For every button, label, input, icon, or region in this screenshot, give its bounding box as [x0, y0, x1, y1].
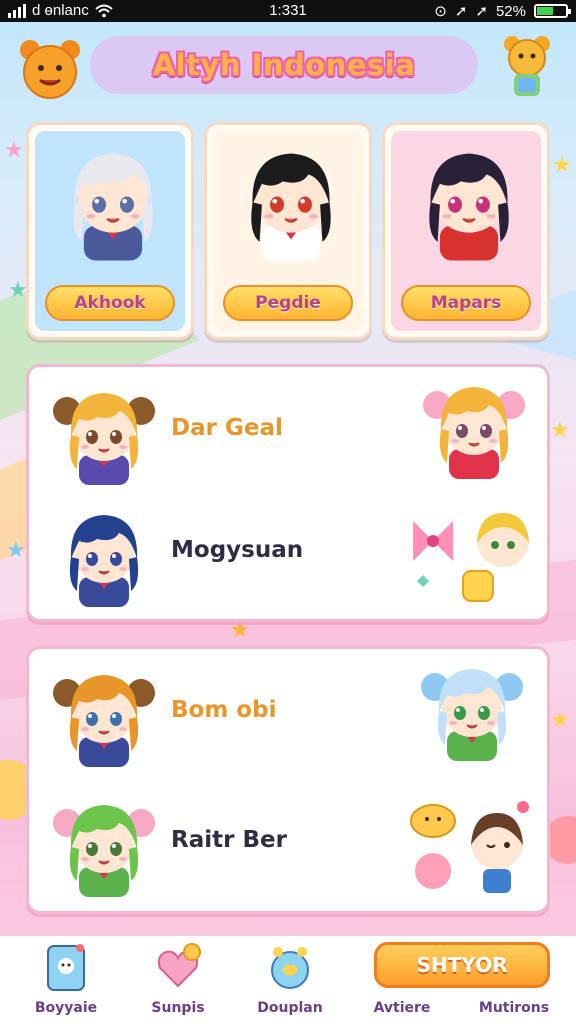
list-item-label: Bom obi — [171, 697, 277, 723]
nav-item-sunpis[interactable]: Sunpis — [130, 942, 226, 1022]
bear-mascot-icon[interactable] — [16, 38, 84, 100]
list-item-label: Mogysuan — [171, 537, 304, 563]
battery-percent: 52% — [495, 2, 526, 20]
nav-item-label: Sunpis — [151, 1000, 205, 1016]
star-icon: ★ — [6, 538, 26, 563]
battery-icon — [534, 4, 571, 18]
character-illustration — [417, 657, 527, 761]
list-item[interactable]: Raitr Ber — [29, 785, 547, 905]
shop-button[interactable]: SHTYOR — [374, 942, 550, 988]
character-list-panel: Bom obi Raitr Ber — [26, 646, 550, 914]
star-icon: ★ — [550, 418, 570, 443]
avatar — [49, 663, 159, 767]
nav-item-label: Douplan — [257, 1000, 323, 1016]
character-illustration — [403, 791, 533, 901]
page-title: Altyh Indonesia — [152, 48, 416, 82]
nav-item-label: Boyyaie — [34, 1000, 98, 1016]
location-icon: ⊙ — [434, 3, 447, 20]
bottom-navigation: Boyyaie Sunpis Douplan Avtiere Mutirons SHTYO… — [0, 934, 576, 1024]
list-item-label: Raitr Ber — [171, 827, 287, 853]
character-list-panel: Dar Geal Mogysuan — [26, 364, 550, 622]
avatar — [49, 793, 159, 897]
navigation-arrow-icon: ➚ — [475, 3, 488, 20]
star-icon: ★ — [8, 278, 28, 303]
nav-item-douplan[interactable]: Douplan — [242, 942, 338, 1022]
list-item[interactable]: Mogysuan — [29, 495, 547, 615]
select-character-button[interactable]: Pegdie — [223, 285, 353, 321]
select-character-button[interactable]: Mapars — [401, 285, 531, 321]
character-illustration — [403, 501, 533, 611]
nav-item-label: Mutirons — [478, 1000, 550, 1016]
star-icon: ★ — [550, 708, 570, 733]
header-title-pill: Altyh Indonesia — [90, 36, 478, 94]
list-item-label: Dar Geal — [171, 415, 283, 441]
bear-mascot-icon[interactable] — [496, 32, 558, 102]
star-icon: ★ — [4, 138, 24, 163]
star-icon: ★ — [230, 618, 250, 643]
avatar — [49, 503, 159, 607]
nav-item-label: Avtiere — [373, 1000, 431, 1016]
character-card[interactable]: Mapars — [382, 122, 550, 340]
heart-icon — [154, 942, 202, 994]
shield-icon — [266, 942, 314, 994]
star-icon: ★ — [552, 153, 572, 178]
character-illustration — [419, 375, 529, 479]
character-card[interactable]: Akhook — [26, 122, 194, 340]
character-card[interactable]: Pegdie — [204, 122, 372, 340]
select-character-button[interactable]: Akhook — [45, 285, 175, 321]
status-bar: d өnlanc 1:331 ⊙ ➚ ➚ 52% — [0, 0, 576, 22]
card-icon — [42, 942, 90, 994]
status-right: ⊙ ➚ ➚ 52% — [434, 2, 571, 20]
avatar — [49, 381, 159, 485]
navigation-arrow-icon: ➚ — [454, 3, 468, 20]
nav-item-boyyaie[interactable]: Boyyaie — [18, 942, 114, 1022]
